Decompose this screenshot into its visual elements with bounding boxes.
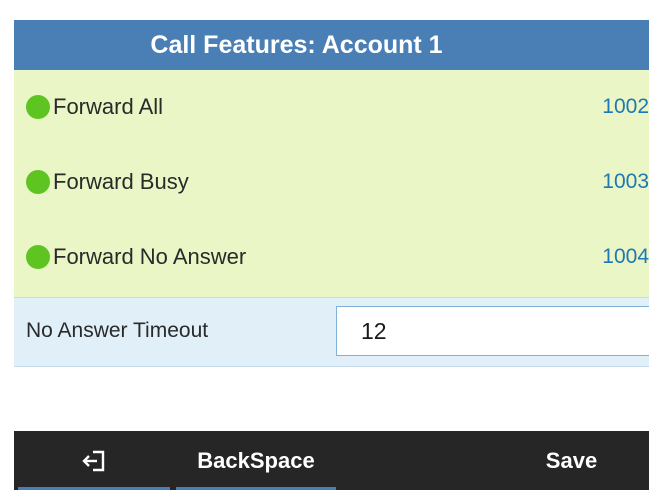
feature-label: Forward No Answer xyxy=(53,244,247,269)
exit-icon xyxy=(82,450,105,471)
backspace-label: BackSpace xyxy=(197,447,315,473)
exit-button[interactable] xyxy=(14,431,174,490)
page-title: Call Features: Account 1 xyxy=(150,30,443,59)
feature-label: Forward All xyxy=(53,94,164,119)
softkey-bar: BackSpace Save xyxy=(14,431,649,490)
list-item-forward-no-answer[interactable]: Forward No Answer 1004 xyxy=(14,220,649,294)
feature-value: 1003 xyxy=(602,170,649,193)
list-item-forward-busy[interactable]: Forward Busy 1003 xyxy=(14,145,649,219)
timeout-label: No Answer Timeout xyxy=(26,319,209,342)
status-dot-icon xyxy=(26,245,50,269)
timeout-value: 12 xyxy=(361,317,387,344)
status-dot-icon xyxy=(26,170,50,194)
list-item-forward-all[interactable]: Forward All 1002 xyxy=(14,70,649,144)
save-label: Save xyxy=(545,447,598,473)
feature-value: 1004 xyxy=(602,245,649,268)
phone-screen: Call Features: Account 1 Forward All 100… xyxy=(14,20,649,490)
call-features-list: Forward All 1002 Forward Busy 1003 Forwa… xyxy=(14,70,649,297)
page-title-bar: Call Features: Account 1 xyxy=(14,20,649,70)
no-answer-timeout-row: No Answer Timeout 12 xyxy=(14,297,649,367)
save-button[interactable]: Save xyxy=(494,431,649,490)
feature-value: 1002 xyxy=(602,95,649,118)
timeout-input[interactable]: 12 xyxy=(336,306,649,356)
backspace-button[interactable]: BackSpace xyxy=(176,431,336,490)
status-dot-icon xyxy=(26,95,50,119)
feature-label: Forward Busy xyxy=(53,169,189,194)
